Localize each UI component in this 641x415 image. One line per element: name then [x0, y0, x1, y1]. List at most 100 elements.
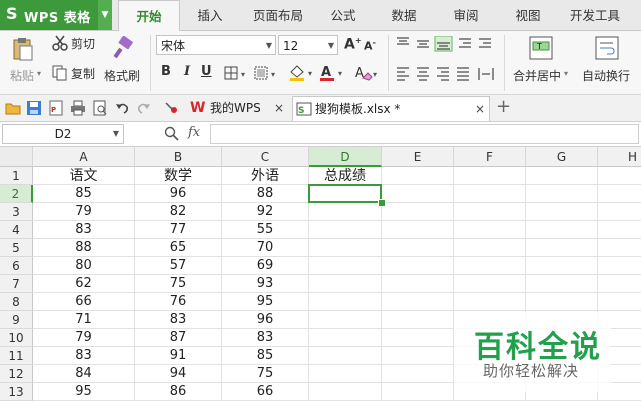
- cell-e4[interactable]: [382, 221, 454, 239]
- cell-e6[interactable]: [382, 257, 454, 275]
- cell-g7[interactable]: [526, 275, 598, 293]
- customize-toolbar-icon[interactable]: [164, 100, 180, 116]
- font-size-select[interactable]: 12 ▼: [278, 35, 338, 55]
- cell-h7[interactable]: [598, 275, 641, 293]
- cell-d12[interactable]: [309, 365, 382, 383]
- cell-e10[interactable]: [382, 329, 454, 347]
- row-header-1[interactable]: 1: [0, 167, 33, 185]
- app-menu-button[interactable]: S WPS 表格: [0, 0, 98, 30]
- folder-icon[interactable]: [5, 100, 21, 116]
- cell-d7[interactable]: [309, 275, 382, 293]
- column-header-b[interactable]: B: [135, 147, 222, 167]
- row-header-12[interactable]: 12: [0, 365, 33, 383]
- fill-handle[interactable]: [378, 199, 386, 207]
- undo-icon[interactable]: [114, 100, 130, 116]
- cell-g4[interactable]: [526, 221, 598, 239]
- cell-a4[interactable]: 83: [33, 221, 135, 239]
- row-header-3[interactable]: 3: [0, 203, 33, 221]
- cell-e7[interactable]: [382, 275, 454, 293]
- row-header-4[interactable]: 4: [0, 221, 33, 239]
- print-icon[interactable]: [70, 100, 86, 116]
- cell-c5[interactable]: 70: [222, 239, 309, 257]
- cell-h8[interactable]: [598, 293, 641, 311]
- cell-e13[interactable]: [382, 383, 454, 401]
- cell-d13[interactable]: [309, 383, 382, 401]
- cell-c10[interactable]: 83: [222, 329, 309, 347]
- row-header-11[interactable]: 11: [0, 347, 33, 365]
- cell-c11[interactable]: 85: [222, 347, 309, 365]
- row-header-2[interactable]: 2: [0, 185, 33, 203]
- cell-h3[interactable]: [598, 203, 641, 221]
- cell-f1[interactable]: [454, 167, 526, 185]
- merge-center-button[interactable]: T 合并居中 ▾: [510, 33, 572, 91]
- tab-formulas[interactable]: 公式: [320, 0, 366, 30]
- cell-e5[interactable]: [382, 239, 454, 257]
- cell-h6[interactable]: [598, 257, 641, 275]
- cell-g1[interactable]: [526, 167, 598, 185]
- cell-b2[interactable]: 96: [135, 185, 222, 203]
- print-preview-icon[interactable]: [92, 100, 108, 116]
- cell-g3[interactable]: [526, 203, 598, 221]
- new-tab-icon[interactable]: +: [496, 95, 511, 119]
- cell-a13[interactable]: 95: [33, 383, 135, 401]
- vertical-align-icons[interactable]: [395, 36, 495, 52]
- fill-color-icon[interactable]: ▾: [288, 64, 318, 82]
- cell-d8[interactable]: [309, 293, 382, 311]
- cell-d5[interactable]: [309, 239, 382, 257]
- column-header-e[interactable]: E: [382, 147, 454, 167]
- row-header-8[interactable]: 8: [0, 293, 33, 311]
- cell-e1[interactable]: [382, 167, 454, 185]
- cell-g5[interactable]: [526, 239, 598, 257]
- font-name-select[interactable]: 宋体 ▼: [156, 35, 276, 55]
- tab-developer[interactable]: 开发工具: [562, 0, 628, 30]
- cell-b11[interactable]: 91: [135, 347, 222, 365]
- cell-b10[interactable]: 87: [135, 329, 222, 347]
- horizontal-align-icons[interactable]: [395, 66, 497, 82]
- cell-style-icon[interactable]: ▾: [254, 66, 282, 80]
- cell-b9[interactable]: 83: [135, 311, 222, 329]
- row-header-5[interactable]: 5: [0, 239, 33, 257]
- cell-h2[interactable]: [598, 185, 641, 203]
- cell-e3[interactable]: [382, 203, 454, 221]
- cell-b4[interactable]: 77: [135, 221, 222, 239]
- cell-g2[interactable]: [526, 185, 598, 203]
- tab-page-layout[interactable]: 页面布局: [246, 0, 310, 30]
- wrap-text-button[interactable]: 自动换行: [578, 33, 636, 91]
- zoom-icon[interactable]: [164, 126, 180, 142]
- cell-b7[interactable]: 75: [135, 275, 222, 293]
- cell-d11[interactable]: [309, 347, 382, 365]
- cell-f8[interactable]: [454, 293, 526, 311]
- app-menu-dropdown-icon[interactable]: ▼: [98, 0, 112, 30]
- cell-d1[interactable]: 总成绩: [309, 167, 382, 185]
- increase-font-icon[interactable]: A+: [344, 36, 362, 53]
- cell-e12[interactable]: [382, 365, 454, 383]
- column-header-d[interactable]: D: [309, 147, 382, 167]
- cell-d3[interactable]: [309, 203, 382, 221]
- name-box[interactable]: D2 ▼: [2, 124, 124, 144]
- row-header-9[interactable]: 9: [0, 311, 33, 329]
- cell-a10[interactable]: 79: [33, 329, 135, 347]
- cell-a5[interactable]: 88: [33, 239, 135, 257]
- column-header-a[interactable]: A: [33, 147, 135, 167]
- cell-f5[interactable]: [454, 239, 526, 257]
- cell-c3[interactable]: 92: [222, 203, 309, 221]
- cell-c6[interactable]: 69: [222, 257, 309, 275]
- cell-e2[interactable]: [382, 185, 454, 203]
- column-header-c[interactable]: C: [222, 147, 309, 167]
- column-header-f[interactable]: F: [454, 147, 526, 167]
- cell-a11[interactable]: 83: [33, 347, 135, 365]
- cell-a2[interactable]: 85: [33, 185, 135, 203]
- cell-c13[interactable]: 66: [222, 383, 309, 401]
- clear-format-icon[interactable]: A ▾: [354, 64, 380, 82]
- tab-home[interactable]: 开始: [118, 0, 180, 32]
- font-color-icon[interactable]: A ▾: [318, 64, 348, 82]
- column-header-h[interactable]: H: [598, 147, 641, 167]
- cell-d4[interactable]: [309, 221, 382, 239]
- column-header-g[interactable]: G: [526, 147, 598, 167]
- cell-g8[interactable]: [526, 293, 598, 311]
- tab-review[interactable]: 审阅: [442, 0, 490, 30]
- cell-h4[interactable]: [598, 221, 641, 239]
- close-icon[interactable]: ×: [475, 97, 485, 121]
- copy-button[interactable]: 复制: [50, 64, 100, 82]
- cell-f4[interactable]: [454, 221, 526, 239]
